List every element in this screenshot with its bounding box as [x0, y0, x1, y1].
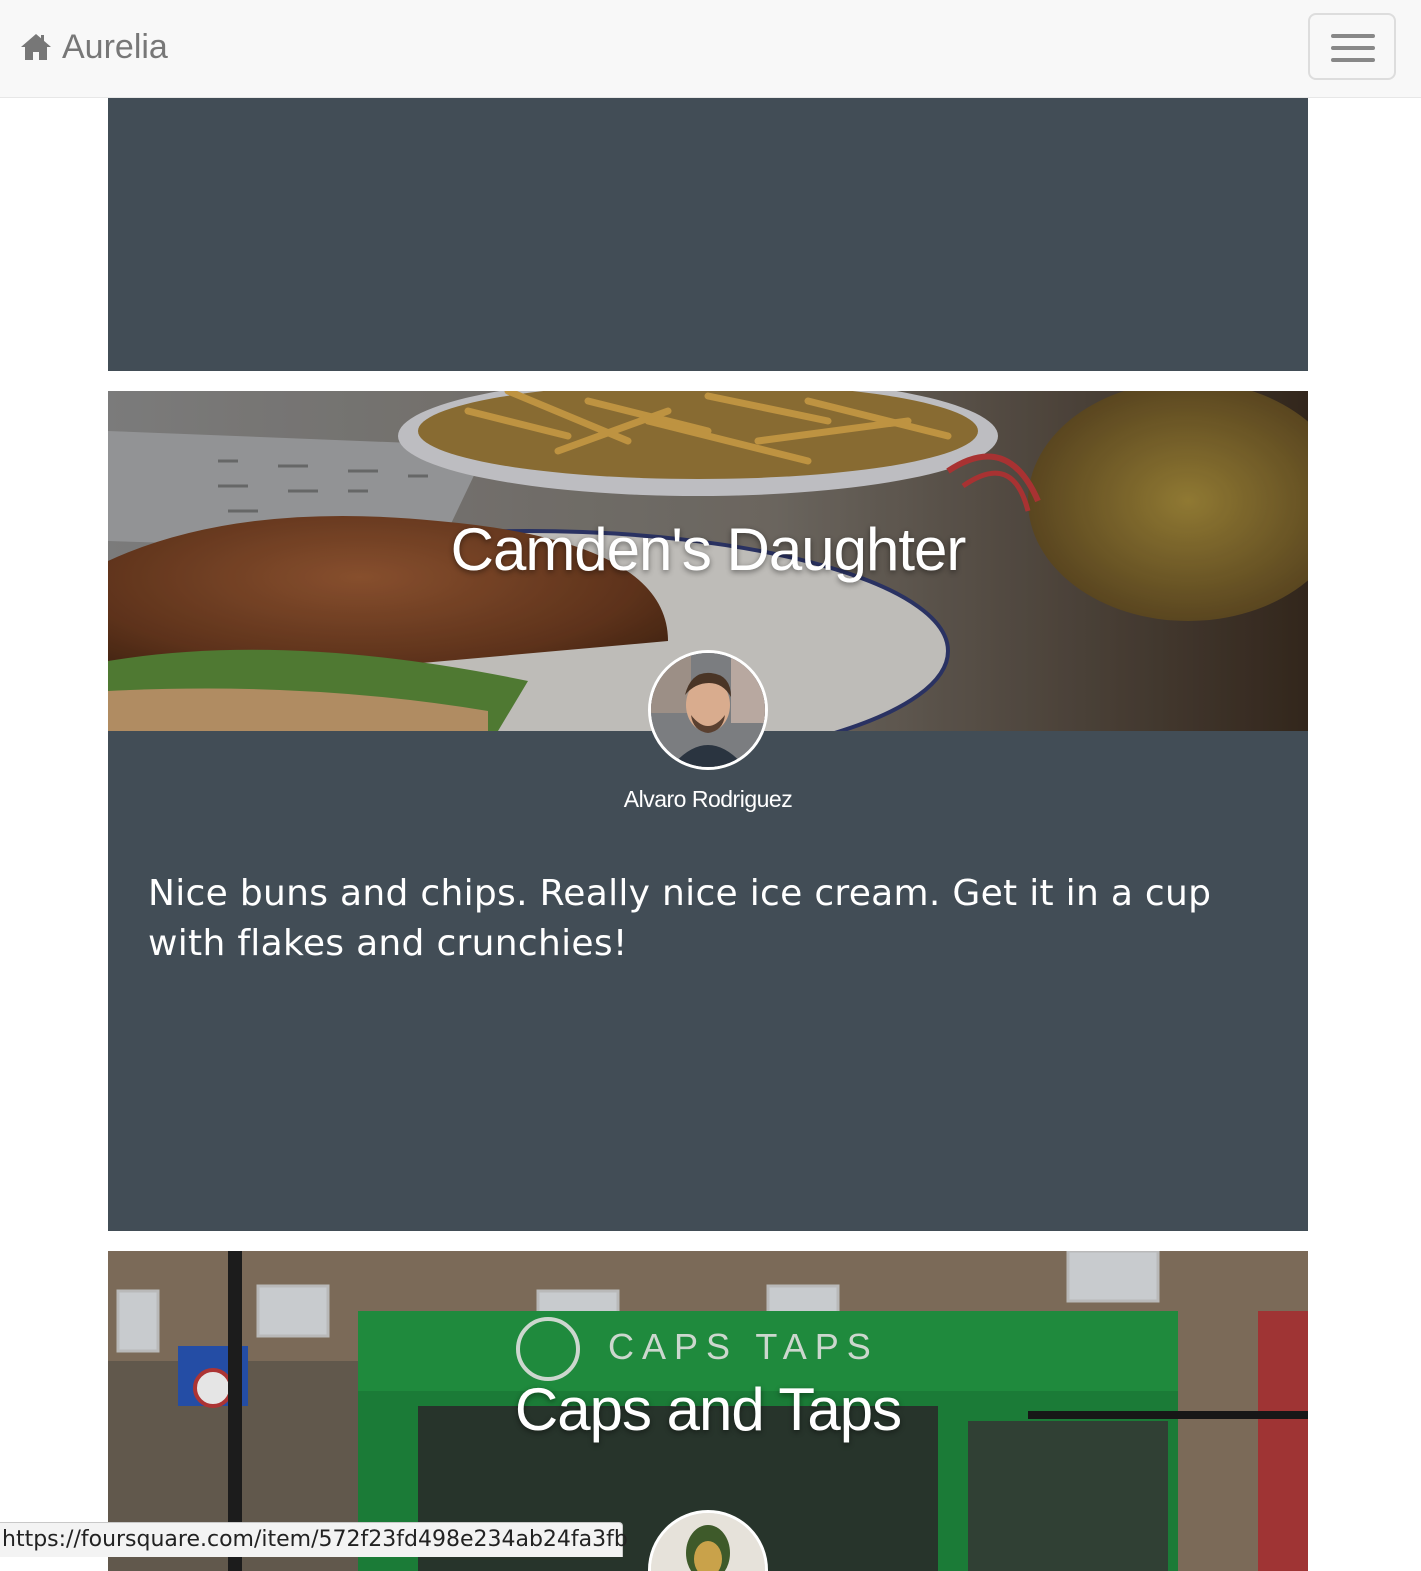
hamburger-icon [1331, 34, 1375, 38]
venue-title: Camden's Daughter [450, 516, 967, 583]
navbar: Aurelia [0, 0, 1421, 98]
brand-label: Aurelia [62, 27, 168, 66]
status-bar-url: https://foursquare.com/item/572f23fd498e… [0, 1522, 628, 1557]
venue-card[interactable]: Camden's Daughter Alvaro Rodriguez Nice … [108, 391, 1308, 1231]
author-name[interactable]: Alvaro Rodriguez [108, 786, 1308, 813]
hamburger-icon-bar [1331, 46, 1375, 50]
venue-title: Caps and Taps [514, 1376, 902, 1443]
navbar-toggle-button[interactable] [1308, 13, 1396, 80]
home-icon [21, 34, 51, 60]
hamburger-icon-bar [1331, 58, 1375, 62]
brand-link[interactable]: Aurelia [20, 24, 168, 70]
author-avatar[interactable] [648, 650, 768, 770]
review-text: Nice buns and chips. Really nice ice cre… [148, 873, 1212, 964]
venue-card-previous[interactable] [108, 98, 1308, 371]
